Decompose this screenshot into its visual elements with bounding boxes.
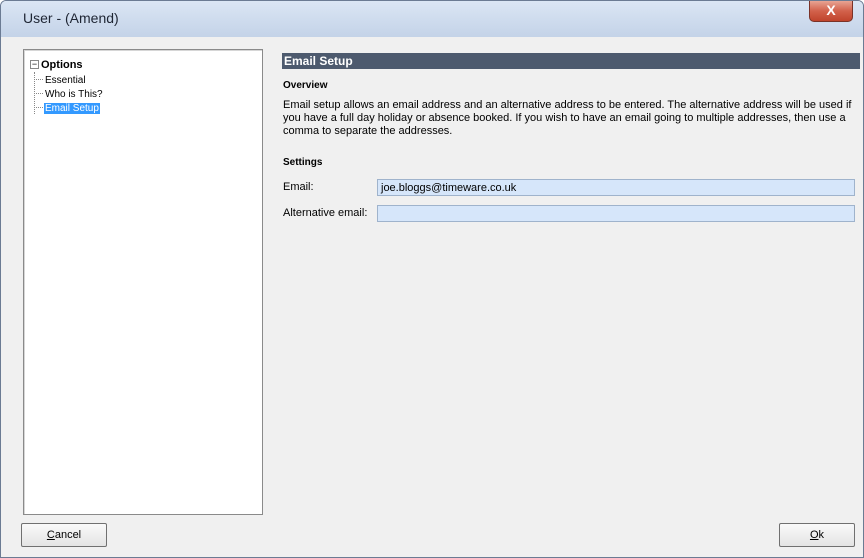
ok-button[interactable]: Ok	[779, 523, 855, 547]
user-amend-dialog: User - (Amend) X − Options Essential Who …	[0, 0, 864, 558]
overview-heading: Overview	[283, 80, 328, 91]
settings-heading: Settings	[283, 157, 323, 168]
cancel-accelerator: C	[46, 529, 55, 541]
tree-item-email-setup[interactable]: Email Setup	[34, 102, 100, 115]
alternative-email-field[interactable]	[377, 205, 855, 222]
email-field[interactable]: joe.bloggs@timeware.co.uk	[377, 179, 855, 196]
ok-accelerator: O	[809, 529, 819, 541]
ok-label: k	[818, 529, 825, 541]
close-icon: X	[826, 2, 836, 18]
overview-text: Email setup allows an email address and …	[283, 99, 852, 137]
window-title: User - (Amend)	[23, 10, 119, 26]
options-tree[interactable]: − Options Essential Who is This? Email Se…	[23, 49, 263, 515]
dialog-body: − Options Essential Who is This? Email Se…	[9, 37, 860, 549]
tree-item-label: Who is This?	[45, 89, 103, 100]
tree-item-label: Email Setup	[44, 103, 100, 114]
collapse-icon[interactable]: −	[30, 60, 39, 69]
tree-root-label: Options	[41, 59, 83, 71]
alternative-email-label: Alternative email:	[283, 207, 368, 219]
cancel-button[interactable]: Cancel	[21, 523, 107, 547]
tree-item-essential[interactable]: Essential	[34, 74, 87, 87]
tree-item-label: Essential	[45, 75, 86, 86]
title-bar: User - (Amend) X	[1, 1, 863, 37]
email-label: Email:	[283, 181, 314, 193]
close-button[interactable]: X	[809, 1, 853, 22]
tree-item-who-is-this[interactable]: Who is This?	[34, 88, 104, 101]
cancel-label: ancel	[54, 529, 82, 541]
section-header: Email Setup	[282, 53, 860, 69]
tree-root-options[interactable]: − Options	[30, 58, 83, 72]
